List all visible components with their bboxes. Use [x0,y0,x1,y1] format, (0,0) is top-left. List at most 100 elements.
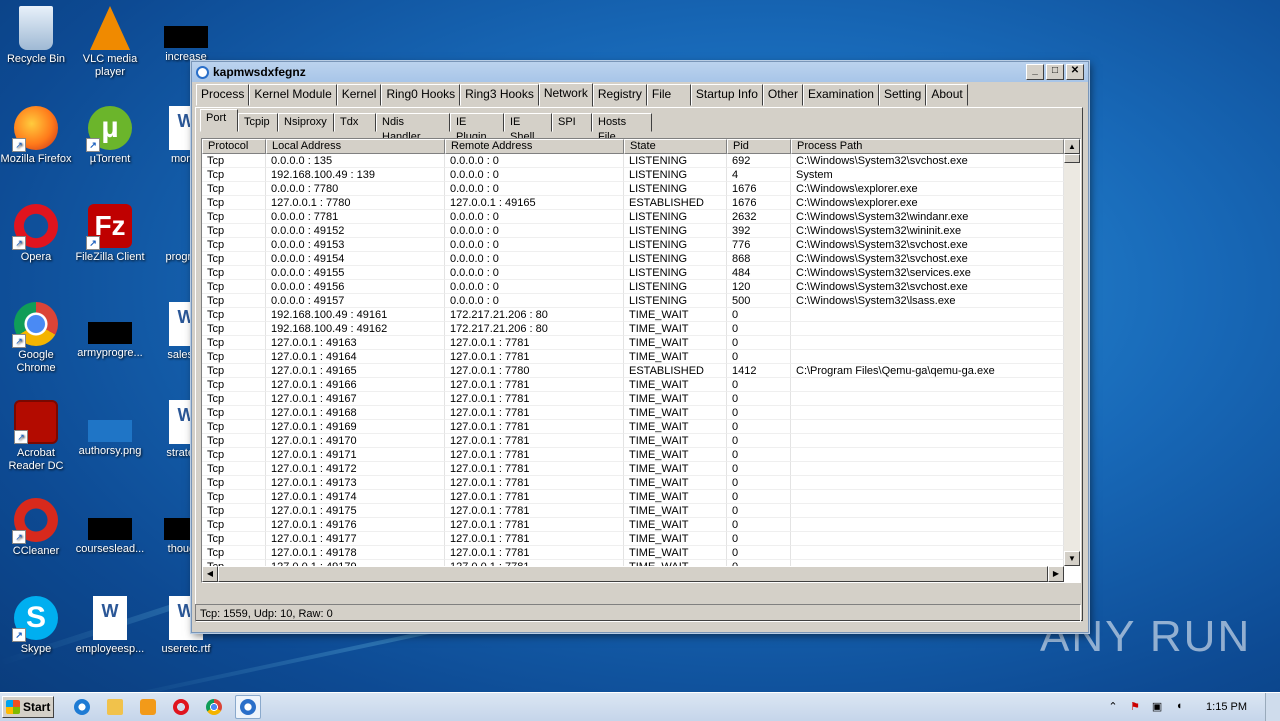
show-desktop-button[interactable] [1265,693,1280,721]
table-row[interactable]: Tcp 127.0.0.1 : 7780 127.0.0.1 : 49165 ESTA… [202,196,1080,210]
table-row[interactable]: Tcp 127.0.0.1 : 49176 127.0.0.1 : 7781 TIME… [202,518,1080,532]
subtab-spi[interactable]: SPI [552,113,592,132]
table-row[interactable]: Tcp 127.0.0.1 : 49175 127.0.0.1 : 7781 TIME… [202,504,1080,518]
desktop-icon-ccleaner[interactable]: ↗ CCleaner [0,498,74,558]
table-row[interactable]: Tcp 0.0.0.0 : 49153 0.0.0.0 : 0 LISTENING 77… [202,238,1080,252]
table-row[interactable]: Tcp 192.168.100.49 : 49162 172.217.21.206 … [202,322,1080,336]
desktop-icon-firefox[interactable]: ↗ Mozilla Firefox [0,106,74,166]
tab-ring0-hooks[interactable]: Ring0 Hooks [381,84,461,106]
desktop-icon-courseslead[interactable]: courseslead... [72,498,148,556]
cell-pid: 0 [727,476,791,490]
table-row[interactable]: Tcp 0.0.0.0 : 49152 0.0.0.0 : 0 LISTENING 39… [202,224,1080,238]
table-row[interactable]: Tcp 0.0.0.0 : 135 0.0.0.0 : 0 LISTENING 692 C… [202,154,1080,168]
cell-state: TIME_WAIT [624,350,727,364]
tab-kernel-module[interactable]: Kernel Module [249,84,337,106]
taskbar-active-app[interactable] [235,695,261,719]
table-row[interactable]: Tcp 0.0.0.0 : 49156 0.0.0.0 : 0 LISTENING 12… [202,280,1080,294]
column-header-process-path[interactable]: Process Path [791,139,1064,154]
table-row[interactable]: Tcp 0.0.0.0 : 49155 0.0.0.0 : 0 LISTENING 48… [202,266,1080,280]
table-row[interactable]: Tcp 127.0.0.1 : 49177 127.0.0.1 : 7781 TIME… [202,532,1080,546]
desktop-icon-filezilla[interactable]: Fz ↗ FileZilla Client [72,204,148,264]
table-row[interactable]: Tcp 192.168.100.49 : 139 0.0.0.0 : 0 LISTEN… [202,168,1080,182]
table-row[interactable]: Tcp 127.0.0.1 : 49166 127.0.0.1 : 7781 TIME… [202,378,1080,392]
desktop-icon-employeesp[interactable]: W employeesp... [72,596,148,656]
vertical-scrollbar[interactable]: ▲ ▼ [1064,139,1080,566]
table-row[interactable]: Tcp 127.0.0.1 : 49173 127.0.0.1 : 7781 TIME… [202,476,1080,490]
clock[interactable]: 1:15 PM [1206,701,1247,713]
tab-other[interactable]: Other [762,84,803,106]
subtab-tcpip[interactable]: Tcpip [238,113,278,132]
scroll-up-arrow-icon[interactable]: ▲ [1064,139,1080,154]
subtab-nsiproxy[interactable]: Nsiproxy [278,113,334,132]
table-row[interactable]: Tcp 127.0.0.1 : 49169 127.0.0.1 : 7781 TIME… [202,420,1080,434]
tab-about[interactable]: About [926,84,968,106]
subtab-ie-shell[interactable]: IE Shell [504,113,552,143]
scroll-down-arrow-icon[interactable]: ▼ [1064,551,1080,566]
close-button[interactable]: ✕ [1066,64,1084,80]
table-row[interactable]: Tcp 127.0.0.1 : 49171 127.0.0.1 : 7781 TIME… [202,448,1080,462]
tab-file[interactable]: File [646,84,691,106]
table-row[interactable]: Tcp 127.0.0.1 : 49164 127.0.0.1 : 7781 TIME… [202,350,1080,364]
taskbar-explorer[interactable] [103,696,127,718]
tab-kernel[interactable]: Kernel [336,84,382,106]
horizontal-scrollbar[interactable]: ◀ ▶ [202,566,1064,582]
taskbar-ie[interactable] [70,696,94,718]
taskbar-opera[interactable] [169,696,193,718]
column-header-state[interactable]: State [624,139,727,154]
table-row[interactable]: Tcp 0.0.0.0 : 7781 0.0.0.0 : 0 LISTENING 263… [202,210,1080,224]
taskbar-chrome[interactable] [202,696,226,718]
tab-setting[interactable]: Setting [878,84,927,106]
start-button[interactable]: Start [2,696,54,718]
desktop-icon-authorsy[interactable]: authorsy.png [72,400,148,458]
desktop-icon-recycle-bin[interactable]: Recycle Bin [0,6,74,66]
table-row[interactable]: Tcp 127.0.0.1 : 49167 127.0.0.1 : 7781 TIME… [202,392,1080,406]
table-row[interactable]: Tcp 192.168.100.49 : 49161 172.217.21.206 … [202,308,1080,322]
table-row[interactable]: Tcp 127.0.0.1 : 49178 127.0.0.1 : 7781 TIME… [202,546,1080,560]
table-row[interactable]: Tcp 127.0.0.1 : 49174 127.0.0.1 : 7781 TIME… [202,490,1080,504]
tab-ring3-hooks[interactable]: Ring3 Hooks [460,84,539,106]
table-row[interactable]: Tcp 127.0.0.1 : 49165 127.0.0.1 : 7780 ESTA… [202,364,1080,378]
scroll-thumb[interactable] [1064,154,1080,163]
tab-startup-info[interactable]: Startup Info [690,84,763,106]
subtab-port[interactable]: Port [200,109,238,132]
desktop-icon-armyprogre[interactable]: armyprogre... [72,302,148,360]
subtab-ie-plugin[interactable]: IE Plugin [450,113,504,143]
column-header-protocol[interactable]: Protocol [202,139,266,154]
table-row[interactable]: Tcp 0.0.0.0 : 49157 0.0.0.0 : 0 LISTENING 50… [202,294,1080,308]
tab-registry[interactable]: Registry [592,84,647,106]
desktop-icon-acrobat[interactable]: ↗ Acrobat Reader DC [0,400,74,473]
action-center-icon[interactable]: ⚑ [1128,700,1142,714]
volume-icon[interactable]: ◖ [1172,700,1186,714]
desktop-icon-utorrent[interactable]: µ ↗ µTorrent [72,106,148,166]
scroll-left-arrow-icon[interactable]: ◀ [202,566,218,582]
tab-network[interactable]: Network [538,83,593,107]
table-row[interactable]: Tcp 127.0.0.1 : 49168 127.0.0.1 : 7781 TIME… [202,406,1080,420]
desktop-icon-skype[interactable]: S ↗ Skype [0,596,74,656]
minimize-button[interactable]: _ [1026,64,1044,80]
title-bar[interactable]: kapmwsdxfegnz _ □ ✕ [192,62,1088,82]
desktop-icon-vlc[interactable]: VLC media player [72,6,148,79]
desktop-icon-increase[interactable]: increase [148,6,224,64]
maximize-button[interactable]: □ [1046,64,1064,80]
table-row[interactable]: Tcp 0.0.0.0 : 7780 0.0.0.0 : 0 LISTENING 167… [202,182,1080,196]
column-header-pid[interactable]: Pid [727,139,791,154]
column-header-remote-address[interactable]: Remote Address [445,139,624,154]
tab-examination[interactable]: Examination [802,84,879,106]
subtab-ndis-handler[interactable]: Ndis Handler [376,113,450,143]
tab-process[interactable]: Process [196,84,250,106]
hscroll-thumb[interactable] [218,566,1048,582]
tray-expand-icon[interactable]: ⌃ [1106,700,1120,714]
desktop-icon-opera[interactable]: ↗ Opera [0,204,74,264]
taskbar-media-player[interactable] [136,696,160,718]
table-row[interactable]: Tcp 127.0.0.1 : 49170 127.0.0.1 : 7781 TIME… [202,434,1080,448]
desktop-icon-chrome[interactable]: ↗ Google Chrome [0,302,74,375]
table-row[interactable]: Tcp 127.0.0.1 : 49172 127.0.0.1 : 7781 TIME… [202,462,1080,476]
table-row[interactable]: Tcp 0.0.0.0 : 49154 0.0.0.0 : 0 LISTENING 86… [202,252,1080,266]
subtab-tdx[interactable]: Tdx [334,113,376,132]
subtab-hosts-file[interactable]: Hosts File [592,113,652,143]
column-header-local-address[interactable]: Local Address [266,139,445,154]
network-icon[interactable]: ▣ [1150,700,1164,714]
table-row[interactable]: Tcp 127.0.0.1 : 49163 127.0.0.1 : 7781 TIME… [202,336,1080,350]
scroll-right-arrow-icon[interactable]: ▶ [1048,566,1064,582]
port-list-view[interactable]: Protocol Local Address Remote Address St… [201,138,1081,583]
